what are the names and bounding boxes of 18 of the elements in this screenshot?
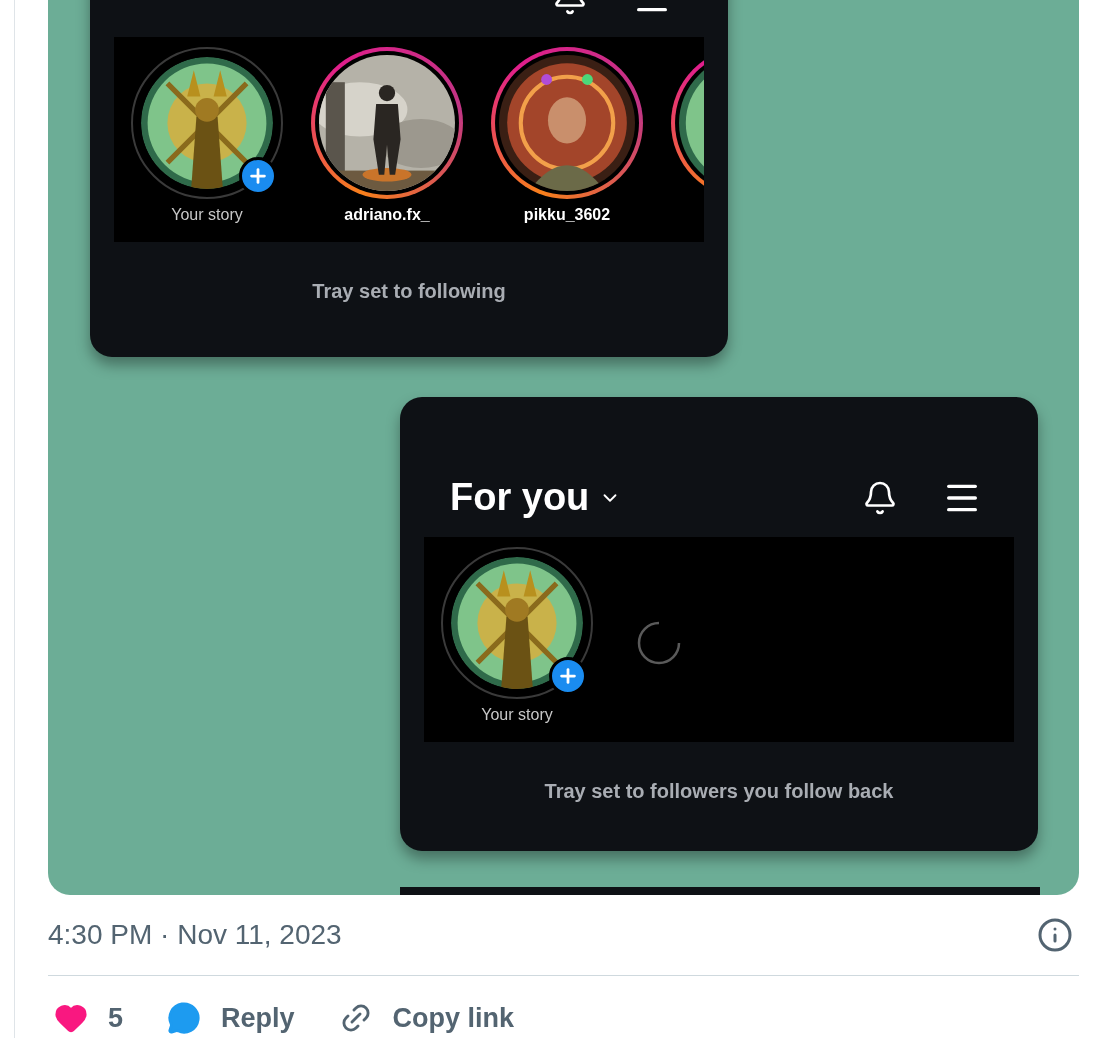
tray-setting-note: Tray set to following: [312, 279, 506, 304]
story-username: pikku_3602: [523, 205, 611, 225]
info-icon[interactable]: [1037, 917, 1073, 953]
story-username: adriano.fx_: [344, 205, 430, 225]
speech-bubble-icon: [167, 1001, 202, 1036]
tweet-timestamp: 4:30 PM · Nov 11, 2023: [48, 918, 342, 952]
notifications-icon[interactable]: [862, 480, 898, 516]
avatar-ring[interactable]: [441, 547, 593, 699]
plus-icon: [247, 165, 269, 187]
like-button[interactable]: 5: [54, 998, 124, 1038]
copy-link-button[interactable]: Copy link: [338, 998, 515, 1038]
tray-setting-note: Tray set to followers you follow back: [544, 779, 894, 804]
plus-icon: [557, 665, 579, 687]
story-username: Your story: [171, 205, 243, 225]
avatar-ring[interactable]: [131, 47, 283, 199]
reply-button[interactable]: Reply: [167, 998, 295, 1038]
story-username: Your story: [481, 705, 553, 725]
feed-selector[interactable]: For you: [450, 469, 622, 527]
